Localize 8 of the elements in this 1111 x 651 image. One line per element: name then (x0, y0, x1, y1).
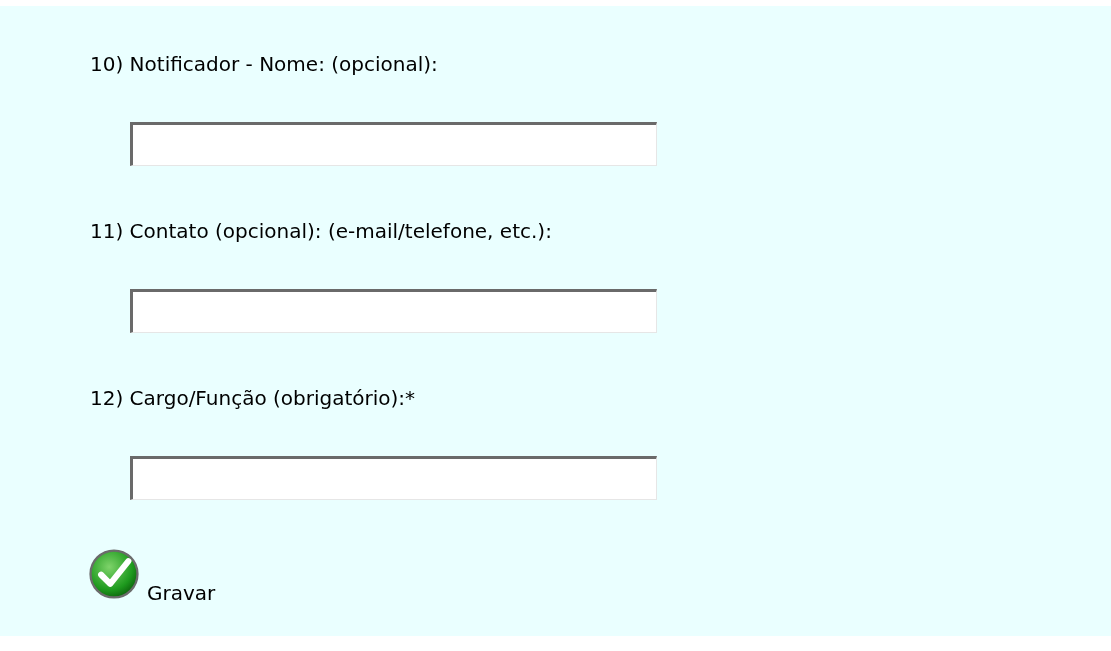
save-link[interactable]: Gravar (147, 581, 216, 605)
field-label: 12) Cargo/Função (obrigatório):* (90, 386, 417, 410)
checkmark-icon[interactable] (89, 549, 139, 599)
text-field[interactable] (130, 456, 657, 500)
field-label: 11) Contato (opcional): (e-mail/telefone, etc.): (90, 219, 553, 243)
text-field[interactable] (130, 122, 657, 166)
text-field[interactable] (130, 289, 657, 333)
field-label: 10) Notificador - Nome: (opcional): (90, 52, 439, 76)
